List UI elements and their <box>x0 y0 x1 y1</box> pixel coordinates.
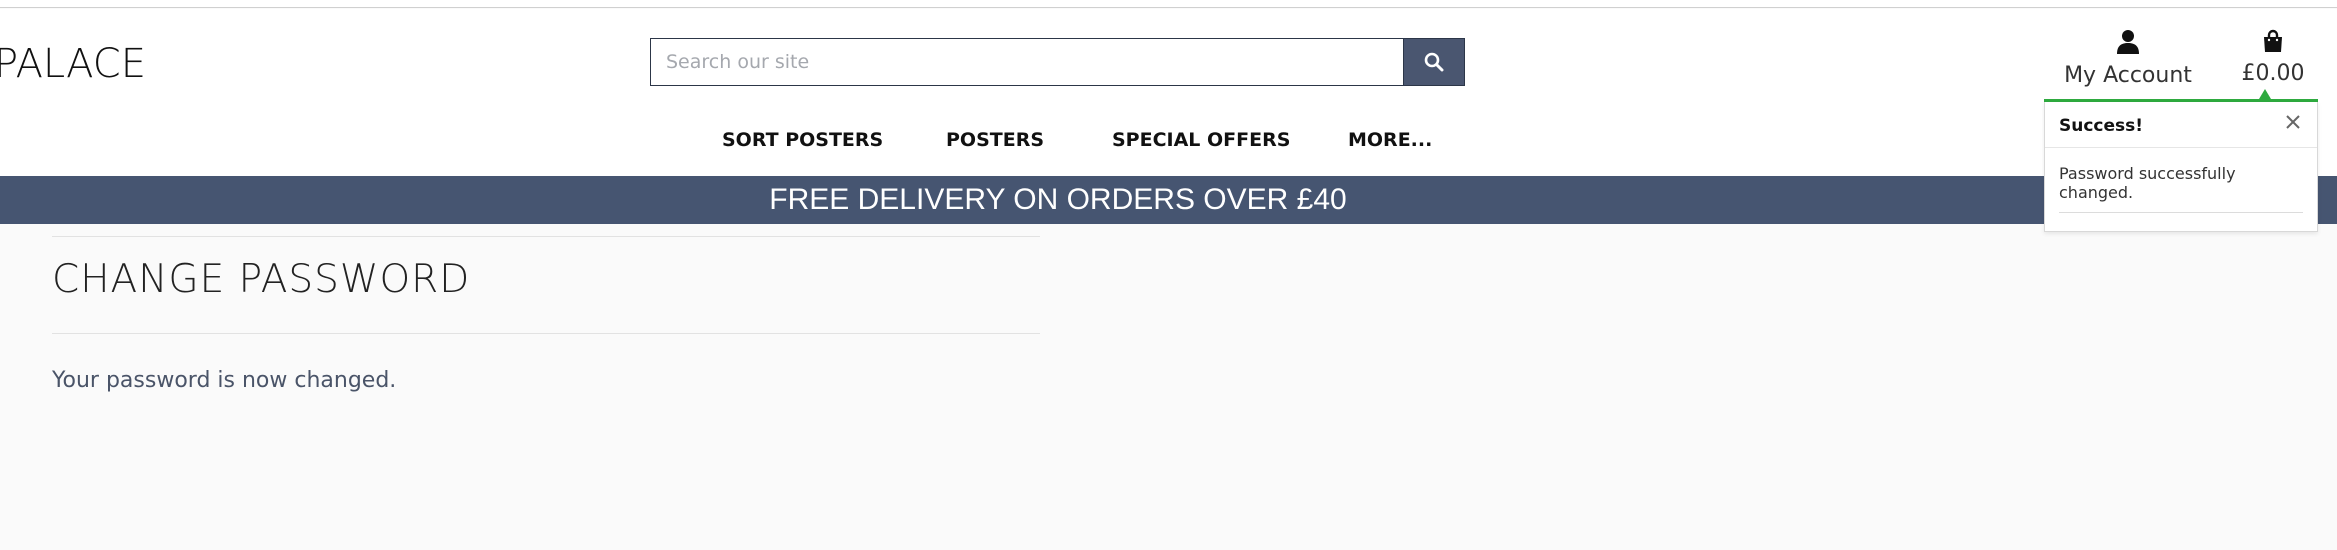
status-message: Your password is now changed. <box>52 368 397 393</box>
main-content: CHANGE PASSWORD Your password is now cha… <box>52 236 1040 393</box>
bag-total: £0.00 <box>2241 61 2305 86</box>
my-account-link[interactable]: My Account <box>2063 29 2193 88</box>
site-logo[interactable]: PALACE <box>0 41 146 87</box>
nav-item-special-offers[interactable]: SPECIAL OFFERS <box>1112 129 1290 151</box>
my-account-label: My Account <box>2064 63 2192 88</box>
toast-message: Password successfully changed. <box>2059 164 2236 202</box>
search-input[interactable] <box>651 39 1403 85</box>
shopping-bag-icon <box>2264 29 2282 52</box>
user-icon <box>2117 30 2139 54</box>
search-form <box>650 38 1465 86</box>
search-button[interactable] <box>1403 39 1464 85</box>
nav-item-sort-posters[interactable]: SORT POSTERS <box>722 129 883 151</box>
main-nav: SORT POSTERS POSTERS SPECIAL OFFERS MORE… <box>0 129 2337 169</box>
delivery-banner: FREE DELIVERY ON ORDERS OVER £40 <box>0 176 2337 224</box>
toast-header: Success! <box>2045 102 2317 148</box>
nav-item-posters[interactable]: POSTERS <box>946 129 1044 151</box>
search-icon <box>1424 52 1444 72</box>
toast-close-button[interactable] <box>2283 112 2303 132</box>
top-border <box>0 0 2337 8</box>
shopping-bag-link[interactable]: £0.00 <box>2240 29 2306 86</box>
divider <box>52 333 1040 334</box>
page-title: CHANGE PASSWORD <box>52 257 471 302</box>
toast-body: Password successfully changed. <box>2045 148 2317 213</box>
toast-title: Success! <box>2059 116 2144 136</box>
delivery-banner-text: FREE DELIVERY ON ORDERS OVER £40 <box>769 183 1347 216</box>
nav-item-more[interactable]: MORE... <box>1348 129 1432 151</box>
divider <box>52 236 1040 237</box>
toast-divider <box>2059 212 2303 213</box>
close-icon <box>2286 115 2300 129</box>
site-header: PALACE My Account £0.00 SORT POSTERS POS… <box>0 9 2337 176</box>
success-toast: Success! Password successfully changed. <box>2044 102 2318 232</box>
toast-arrow <box>2259 89 2271 99</box>
